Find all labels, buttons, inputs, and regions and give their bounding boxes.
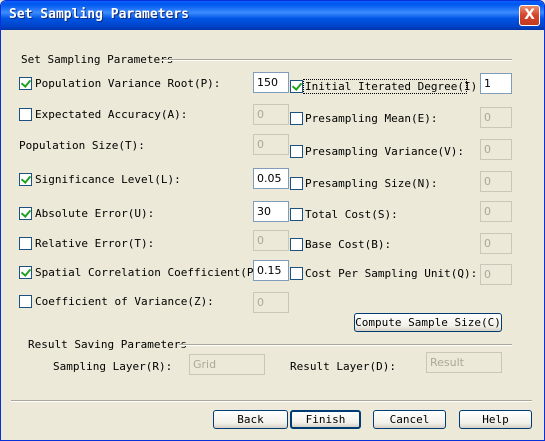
absolute-error-label: Absolute Error(U): — [35, 207, 155, 220]
compute-sample-size-button[interactable]: Compute Sample Size(C) — [354, 313, 502, 332]
presampling-mean-checkbox[interactable] — [290, 112, 303, 125]
back-button[interactable]: Back — [213, 410, 288, 429]
population-variance-root-label: Population Variance Root(P): — [35, 77, 221, 90]
relative-error-checkbox[interactable] — [19, 237, 32, 250]
total-cost-checkbox[interactable] — [290, 208, 303, 221]
group-result-divider — [179, 344, 512, 346]
initial-iterated-degree-label: Initial Iterated Degree(I) — [305, 80, 478, 93]
significance-level-input[interactable]: 0.05 — [253, 168, 289, 189]
expectated-accuracy-checkbox[interactable] — [19, 108, 32, 121]
total-cost-label: Total Cost(S): — [305, 208, 398, 221]
cost-per-sampling-unit-label: Cost Per Sampling Unit(Q): — [305, 267, 478, 280]
presampling-variance-label: Presampling Variance(V): — [305, 145, 464, 158]
population-variance-root-input[interactable]: 150 — [253, 72, 289, 93]
presampling-variance-input[interactable]: 0 — [480, 139, 512, 160]
significance-level-label: Significance Level(L): — [35, 173, 181, 186]
base-cost-checkbox[interactable] — [290, 238, 303, 251]
initial-iterated-degree-input[interactable]: 1 — [480, 73, 512, 94]
window-title: Set Sampling Parameters — [9, 7, 190, 22]
population-size-label: Population Size(T): — [19, 139, 145, 152]
presampling-size-checkbox[interactable] — [290, 177, 303, 190]
population-size-input[interactable]: 0 — [253, 134, 289, 155]
group-sampling-divider — [161, 59, 512, 61]
title-bar[interactable]: Set Sampling Parameters X — [1, 1, 544, 30]
spatial-correlation-checkbox[interactable] — [19, 266, 32, 279]
sampling-layer-label: Sampling Layer(R): — [53, 360, 173, 373]
bottom-divider — [11, 400, 532, 402]
result-layer-input[interactable]: Result — [426, 352, 502, 373]
help-button[interactable]: Help — [459, 410, 532, 429]
spatial-correlation-label: Spatial Correlation Coefficient(P): — [35, 266, 267, 279]
group-result-title: Result Saving Parameters — [28, 338, 187, 351]
dialog-window: Set Sampling Parameters X Set Sampling P… — [0, 0, 545, 441]
presampling-mean-input[interactable]: 0 — [480, 107, 512, 128]
base-cost-label: Base Cost(B): — [305, 238, 392, 251]
finish-button[interactable]: Finish — [290, 410, 361, 429]
spatial-correlation-input[interactable]: 0.15 — [253, 260, 289, 281]
presampling-variance-checkbox[interactable] — [290, 145, 303, 158]
expectated-accuracy-label: Expectated Accuracy(A): — [35, 108, 188, 121]
cost-per-sampling-unit-checkbox[interactable] — [290, 267, 303, 280]
coefficient-of-variance-label: Coefficient of Variance(Z): — [35, 295, 214, 308]
sampling-layer-input[interactable]: Grid — [189, 354, 265, 375]
close-icon[interactable]: X — [519, 5, 540, 26]
total-cost-input[interactable]: 0 — [480, 201, 512, 222]
presampling-size-input[interactable]: 0 — [480, 171, 512, 192]
initial-iterated-degree-checkbox[interactable] — [290, 80, 303, 93]
cancel-button[interactable]: Cancel — [373, 410, 446, 429]
expectated-accuracy-input[interactable]: 0 — [253, 104, 289, 125]
presampling-mean-label: Presampling Mean(E): — [305, 112, 438, 125]
absolute-error-checkbox[interactable] — [19, 207, 32, 220]
coefficient-of-variance-input[interactable]: 0 — [253, 292, 289, 313]
relative-error-input[interactable]: 0 — [253, 230, 289, 251]
relative-error-label: Relative Error(T): — [35, 237, 155, 250]
significance-level-checkbox[interactable] — [19, 173, 32, 186]
base-cost-input[interactable]: 0 — [480, 233, 512, 254]
presampling-size-label: Presampling Size(N): — [305, 177, 438, 190]
absolute-error-input[interactable]: 30 — [253, 201, 289, 222]
population-variance-root-checkbox[interactable] — [19, 77, 32, 90]
group-sampling-title: Set Sampling Parameters — [21, 53, 174, 66]
result-layer-label: Result Layer(D): — [290, 360, 396, 373]
coefficient-of-variance-checkbox[interactable] — [19, 295, 32, 308]
cost-per-sampling-unit-input[interactable]: 0 — [480, 264, 512, 285]
